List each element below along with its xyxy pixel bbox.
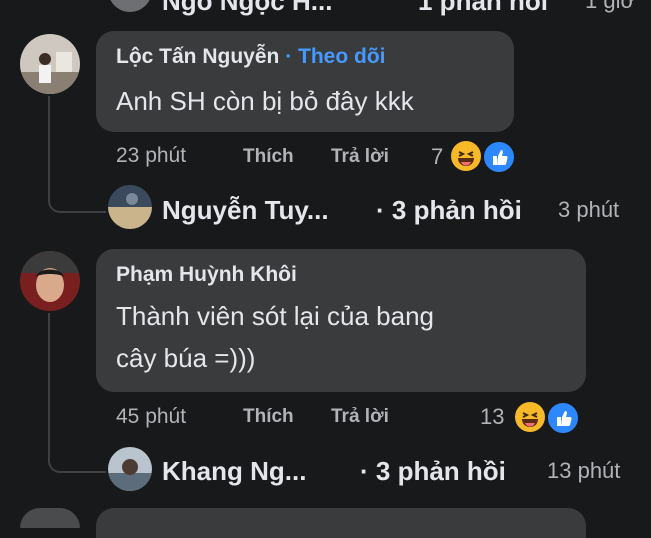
commenter-avatar[interactable] — [20, 251, 80, 311]
reply-timestamp: 1 giờ — [585, 0, 635, 13]
avatar[interactable] — [108, 0, 152, 12]
reply-button[interactable]: Trả lời — [331, 406, 389, 428]
reply-timestamp: 3 phút — [558, 197, 620, 222]
reply-author-name[interactable]: Khang Ng... — [162, 456, 306, 487]
like-icon[interactable] — [482, 140, 516, 174]
comment-author-name[interactable]: Phạm Huỳnh Khôi — [116, 263, 297, 287]
comment-author-name[interactable]: Lộc Tấn Nguyễn · Theo dõi — [116, 45, 386, 69]
reply-button[interactable]: Trả lời — [331, 146, 389, 168]
reply-count[interactable]: 1 phản hồi — [418, 0, 548, 17]
haha-icon[interactable] — [451, 141, 481, 171]
reaction-count[interactable]: 7 — [431, 144, 443, 170]
reply-count[interactable]: · 3 phản hồi — [360, 456, 506, 487]
thread-connector-line — [48, 96, 106, 213]
commenter-avatar[interactable] — [20, 34, 80, 94]
author-name-text[interactable]: Lộc Tấn Nguyễn — [116, 45, 279, 68]
like-button[interactable]: Thích — [243, 406, 294, 428]
reply-count[interactable]: · 3 phản hồi — [376, 195, 522, 226]
reply-author-name[interactable]: Nguyễn Tuy... — [162, 195, 329, 226]
reply-avatar[interactable] — [108, 447, 152, 491]
comment-text-line-1: Thành viên sót lại của bang — [116, 301, 434, 331]
reply-avatar[interactable] — [108, 185, 152, 229]
comment-timestamp[interactable]: 23 phút — [116, 144, 186, 168]
reaction-count[interactable]: 13 — [480, 404, 504, 430]
reply-timestamp: 13 phút — [547, 458, 621, 483]
comment-text-line-2: cây búa =))) — [116, 343, 256, 373]
follow-link[interactable]: · Theo dõi — [285, 45, 385, 68]
like-icon[interactable] — [546, 401, 580, 435]
commenter-avatar[interactable] — [20, 508, 80, 528]
comment-timestamp[interactable]: 45 phút — [116, 405, 186, 429]
comment-text: Anh SH còn bị bỏ đây kkk — [116, 86, 414, 116]
thread-connector-line — [48, 313, 106, 473]
comment-bubble — [96, 508, 586, 538]
haha-icon[interactable] — [515, 402, 545, 432]
like-button[interactable]: Thích — [243, 146, 294, 168]
reply-author-name[interactable]: Ngô Ngọc H... — [162, 0, 332, 17]
